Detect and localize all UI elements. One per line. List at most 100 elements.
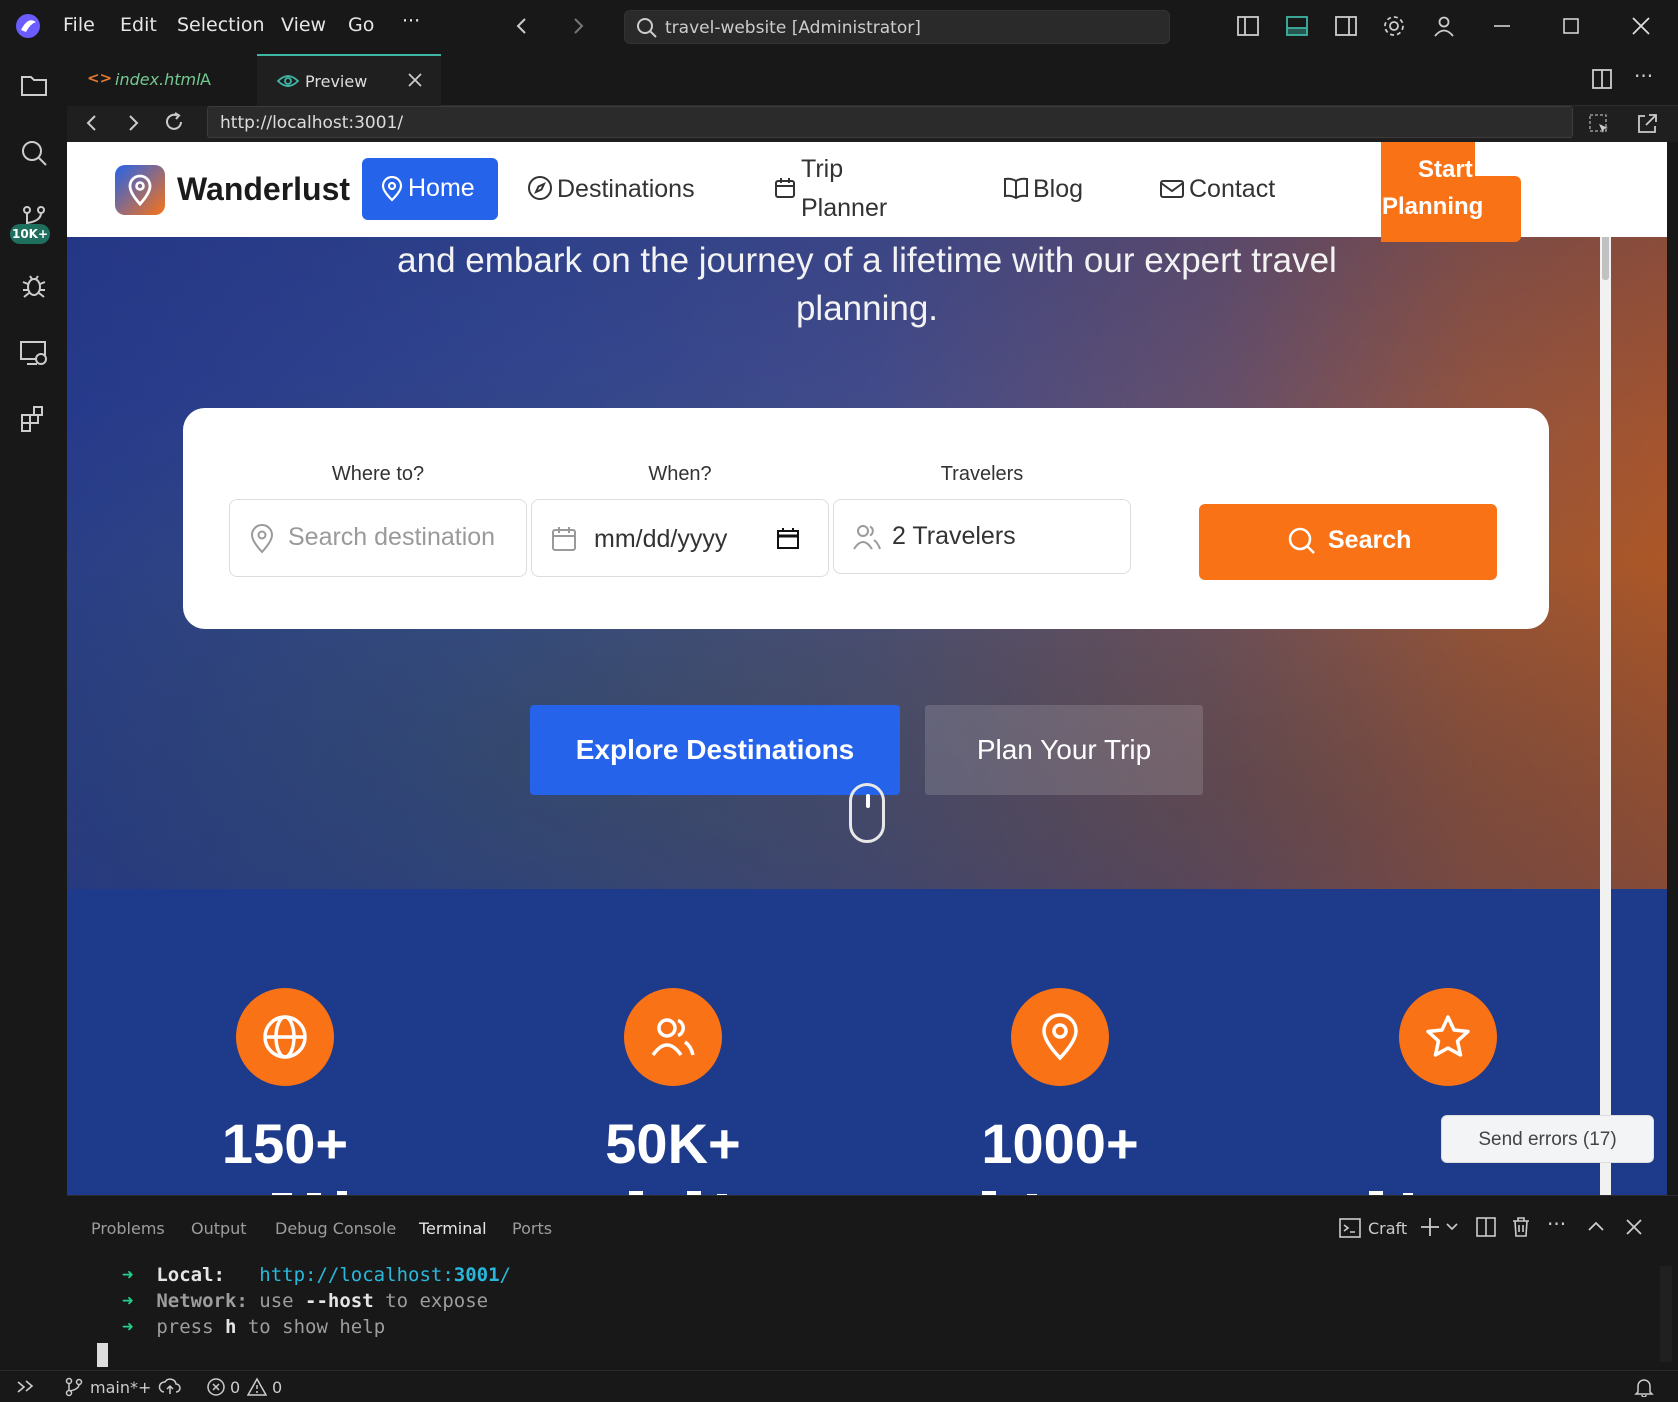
- nav-link-blog[interactable]: Blog: [1033, 175, 1083, 204]
- nav-link-trip-planner-line-2[interactable]: Planner: [801, 194, 887, 223]
- terminal-line-local: ➜ Local: http://localhost:3001/: [122, 1264, 511, 1286]
- warning-count[interactable]: 0: [272, 1378, 282, 1397]
- where-label: Where to?: [331, 463, 425, 485]
- nav-link-trip-planner-line-1[interactable]: Trip: [801, 155, 843, 184]
- error-icon[interactable]: [206, 1377, 226, 1397]
- toggle-panel-icon[interactable]: [1285, 14, 1309, 38]
- panel-tab-output[interactable]: Output: [191, 1219, 247, 1238]
- panel-tab-terminal[interactable]: Terminal: [419, 1219, 487, 1238]
- start-planning-line-1: Start: [1418, 156, 1473, 183]
- extensions-icon[interactable]: [19, 404, 49, 434]
- plan-your-trip-button[interactable]: Plan Your Trip: [925, 705, 1203, 795]
- nav-link-destinations[interactable]: Destinations: [557, 175, 695, 204]
- warning-icon[interactable]: [247, 1377, 267, 1397]
- reload-icon[interactable]: [163, 111, 185, 133]
- inspect-element-icon[interactable]: [1587, 112, 1611, 136]
- travelers-value: 2 Travelers: [892, 522, 1016, 550]
- trash-icon[interactable]: [1510, 1216, 1532, 1238]
- map-pin-icon: [1011, 988, 1109, 1086]
- more-actions-icon[interactable]: ···: [1547, 1212, 1566, 1236]
- hero-section: and embark on the journey of a lifetime …: [67, 237, 1667, 889]
- maximize-panel-icon[interactable]: [1586, 1217, 1606, 1237]
- editor-tab-bar: <> index.html A Preview ···: [67, 54, 1678, 106]
- preview-forward-icon[interactable]: [123, 112, 143, 134]
- toggle-primary-sidebar-icon[interactable]: [1236, 14, 1260, 38]
- command-center-search[interactable]: travel-website [Administrator]: [624, 10, 1170, 44]
- start-planning-button[interactable]: Start Planning: [1381, 142, 1521, 242]
- stats-section: 150+ 50K+ 1000+ 4: [67, 889, 1667, 1195]
- url-input[interactable]: http://localhost:3001/: [207, 106, 1573, 138]
- brand-logo-icon[interactable]: [115, 165, 165, 215]
- destination-search-input[interactable]: Search destination: [229, 499, 527, 577]
- bell-icon[interactable]: [1634, 1377, 1654, 1397]
- preview-toolbar: http://localhost:3001/: [67, 106, 1678, 142]
- nav-back-icon[interactable]: [512, 14, 532, 38]
- destination-placeholder: Search destination: [288, 523, 496, 551]
- minimize-icon[interactable]: [1491, 14, 1513, 38]
- search-button[interactable]: Search: [1199, 504, 1497, 580]
- menu-selection[interactable]: Selection: [177, 14, 265, 36]
- date-input[interactable]: mm/dd/yyyy: [531, 499, 829, 577]
- panel-tab-problems[interactable]: Problems: [91, 1219, 165, 1238]
- nav-link-home[interactable]: Home: [362, 158, 498, 220]
- bottom-panel: Problems Output Debug Console Terminal P…: [67, 1195, 1678, 1370]
- stat-travelers-value: 50K+: [605, 1112, 741, 1175]
- sync-icon[interactable]: [158, 1377, 182, 1397]
- terminal-line-network: ➜ Network: use --host to expose: [122, 1290, 489, 1312]
- remote-indicator[interactable]: [0, 1371, 50, 1402]
- preview-back-icon[interactable]: [82, 112, 102, 134]
- tab-index-label: index.html: [115, 70, 201, 89]
- terminal-name[interactable]: Craft: [1368, 1219, 1407, 1238]
- menu-go[interactable]: Go: [348, 14, 374, 36]
- menu-more[interactable]: ···: [402, 10, 420, 32]
- open-external-icon[interactable]: [1635, 112, 1659, 136]
- tab-index-html[interactable]: <> index.html A: [67, 54, 257, 106]
- arrow-icon: ➜: [122, 1264, 157, 1286]
- branch-name[interactable]: main*+: [90, 1378, 151, 1397]
- branch-icon: [65, 1377, 83, 1397]
- status-bar: main*+ 0 0: [0, 1370, 1678, 1401]
- explore-destinations-label: Explore Destinations: [575, 734, 855, 765]
- calendar-picker-icon[interactable]: [776, 526, 800, 550]
- source-control-badge: 10K+: [10, 224, 50, 244]
- explore-destinations-button[interactable]: Explore Destinations: [530, 705, 900, 795]
- chevron-down-icon[interactable]: [1445, 1220, 1459, 1234]
- more-actions-icon[interactable]: ···: [1634, 64, 1653, 88]
- plan-your-trip-label: Plan Your Trip: [976, 734, 1152, 765]
- tab-preview[interactable]: Preview: [257, 54, 441, 106]
- new-terminal-icon[interactable]: [1419, 1216, 1441, 1238]
- close-panel-icon[interactable]: [1624, 1217, 1644, 1237]
- remote-explorer-icon[interactable]: [19, 338, 49, 368]
- menu-edit[interactable]: Edit: [120, 14, 157, 36]
- panel-tab-debug-console[interactable]: Debug Console: [275, 1219, 396, 1238]
- account-icon[interactable]: [1432, 14, 1456, 38]
- explorer-icon[interactable]: [19, 70, 49, 100]
- travelers-select[interactable]: 2 Travelers: [833, 499, 1131, 574]
- menu-file[interactable]: File: [63, 14, 95, 36]
- scroll-indicator-icon[interactable]: [849, 783, 885, 843]
- brand-name[interactable]: Wanderlust: [177, 171, 350, 208]
- nav-link-contact[interactable]: Contact: [1189, 175, 1275, 204]
- toggle-secondary-sidebar-icon[interactable]: [1334, 14, 1358, 38]
- search-icon[interactable]: [19, 138, 49, 168]
- stat-places-value: 1000+: [981, 1112, 1139, 1175]
- error-count[interactable]: 0: [230, 1378, 240, 1397]
- nav-forward-icon[interactable]: [568, 14, 588, 38]
- url-text: http://localhost:3001/: [220, 113, 404, 133]
- html-file-icon: <>: [87, 69, 113, 87]
- nav-home-label: Home: [408, 174, 475, 202]
- send-errors-button[interactable]: Send errors (17): [1441, 1115, 1654, 1163]
- preview-webview: and embark on the journey of a lifetime …: [67, 142, 1667, 1195]
- split-editor-icon[interactable]: [1590, 67, 1614, 91]
- terminal-scrollbar[interactable]: [1660, 1266, 1672, 1362]
- menu-view[interactable]: View: [281, 14, 326, 36]
- webview-scrollbar[interactable]: [1600, 142, 1611, 1195]
- maximize-icon[interactable]: [1560, 14, 1582, 38]
- debug-icon[interactable]: [19, 270, 49, 300]
- book-icon: [1003, 176, 1029, 200]
- gear-icon[interactable]: [1382, 14, 1406, 38]
- close-tab-icon[interactable]: [406, 71, 424, 89]
- split-terminal-icon[interactable]: [1475, 1216, 1497, 1238]
- panel-tab-ports[interactable]: Ports: [512, 1219, 552, 1238]
- close-icon[interactable]: [1630, 14, 1652, 38]
